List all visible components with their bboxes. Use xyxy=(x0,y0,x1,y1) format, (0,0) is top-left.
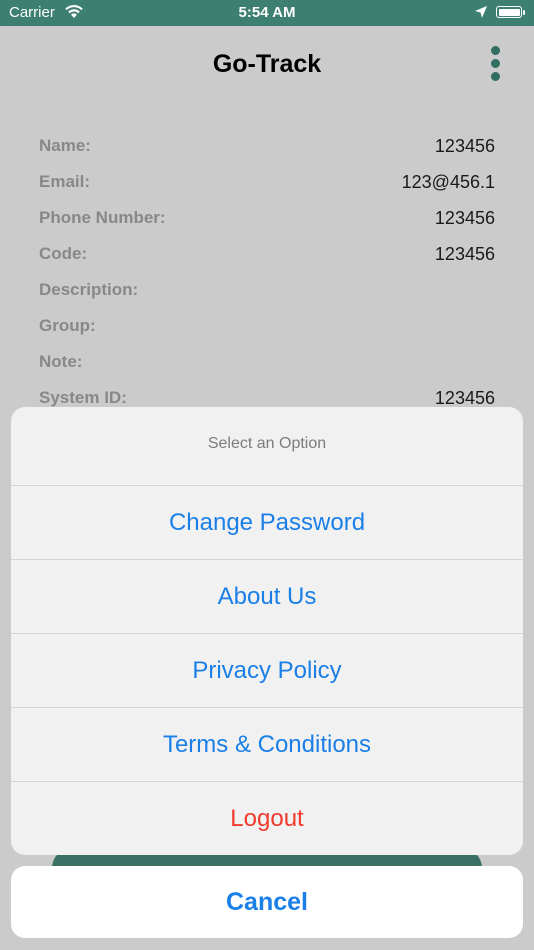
action-sheet-title: Select an Option xyxy=(11,407,523,486)
profile-row-note: Note: xyxy=(39,344,495,380)
page-title: Go-Track xyxy=(212,50,322,78)
profile-value: 123456 xyxy=(434,243,495,264)
profile-label: Code: xyxy=(39,244,88,263)
profile-value: 123@456.1 xyxy=(401,171,495,192)
about-us-option[interactable]: About Us xyxy=(11,560,523,634)
privacy-policy-option[interactable]: Privacy Policy xyxy=(11,634,523,708)
profile-row-name: Name: 123456 xyxy=(39,128,495,164)
profile-label: System ID: xyxy=(39,388,127,407)
profile-row-email: Email: 123@456.1 xyxy=(39,164,495,200)
profile-row-description: Description: xyxy=(39,272,495,308)
change-password-option[interactable]: Change Password xyxy=(11,486,523,560)
profile-row-code: Code: 123456 xyxy=(39,236,495,272)
profile-label: Phone Number: xyxy=(39,208,166,227)
profile-value: 123456 xyxy=(434,207,495,228)
status-time: 5:54 AM xyxy=(238,4,296,21)
profile-label: Name: xyxy=(39,136,91,155)
profile-row-group: Group: xyxy=(39,308,495,344)
action-sheet: Select an Option Change Password About U… xyxy=(11,407,523,855)
profile-label: Description: xyxy=(39,280,139,299)
logout-option[interactable]: Logout xyxy=(11,782,523,855)
location-arrow-icon xyxy=(474,5,488,23)
terms-conditions-option[interactable]: Terms & Conditions xyxy=(11,708,523,782)
profile-value: 123456 xyxy=(434,135,495,156)
more-vertical-icon[interactable] xyxy=(486,46,504,84)
cancel-button[interactable]: Cancel xyxy=(11,866,523,938)
profile-row-phone: Phone Number: 123456 xyxy=(39,200,495,236)
profile-label: Group: xyxy=(39,316,96,335)
profile-label: Email: xyxy=(39,172,91,191)
battery-icon xyxy=(496,6,525,18)
profile-value: 123456 xyxy=(434,387,495,408)
profile-details: Name: 123456 Email: 123@456.1 Phone Numb… xyxy=(39,128,495,416)
status-bar: Carrier 5:54 AM xyxy=(0,0,534,26)
profile-label: Note: xyxy=(39,352,83,371)
